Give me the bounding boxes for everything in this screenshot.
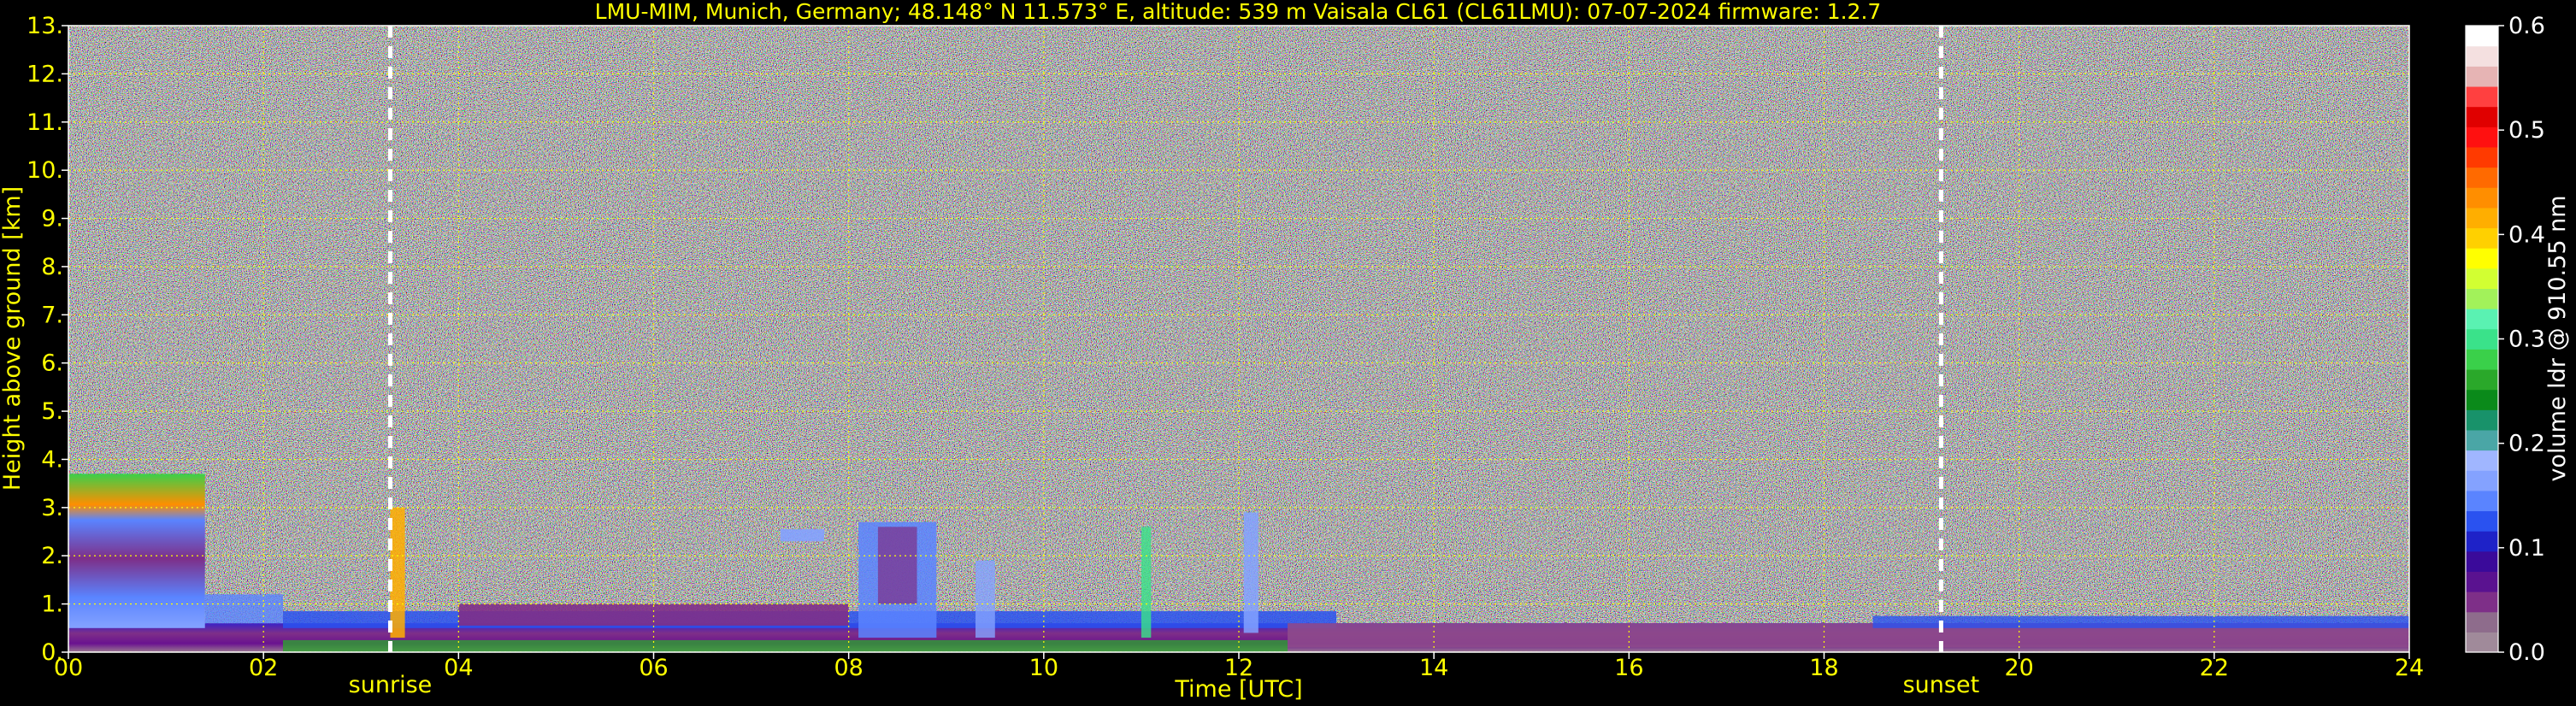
colorbar-tick-label: 0.5 xyxy=(2508,117,2545,144)
colorbar-segment xyxy=(2466,207,2498,229)
colorbar-segment xyxy=(2466,288,2498,309)
cloud-0930 xyxy=(975,560,995,638)
y-tick-label: 1. xyxy=(41,591,63,618)
colorbar-segment xyxy=(2466,167,2498,188)
x-tick-label: 24 xyxy=(2395,655,2424,681)
chart-title: LMU-MIM, Munich, Germany; 48.148° N 11.5… xyxy=(595,0,1882,24)
colorbar xyxy=(2465,25,2499,653)
colorbar-tick-label: 0.4 xyxy=(2508,221,2545,248)
colorbar-segment xyxy=(2466,309,2498,330)
y-tick-label: 13. xyxy=(27,13,63,39)
sunrise-label: sunrise xyxy=(349,672,433,698)
x-axis-label: Time [UTC] xyxy=(1174,676,1302,703)
y-tick-label: 3. xyxy=(41,495,63,521)
y-tick-label: 9. xyxy=(41,206,63,232)
colorbar-segment xyxy=(2466,409,2498,431)
ceilometer-chart: LMU-MIM, Munich, Germany; 48.148° N 11.5… xyxy=(0,0,2571,703)
colorbar-segment xyxy=(2466,611,2498,632)
y-tick-label: 8. xyxy=(41,254,63,280)
colorbar-segment xyxy=(2466,328,2498,350)
colorbar-ticks: 0.0 0.1 0.2 0.3 0.4 0.5 0.6 xyxy=(2498,13,2545,666)
x-tick-label: 18 xyxy=(1809,655,1838,681)
x-tick-label: 04 xyxy=(444,655,473,681)
plot-area xyxy=(68,26,2409,652)
y-tick-label: 0. xyxy=(41,639,63,666)
x-tick-label: 20 xyxy=(2004,655,2033,681)
sunset-label: sunset xyxy=(1903,672,1980,698)
colorbar-tick-label: 0.1 xyxy=(2508,535,2545,562)
colorbar-label: volume ldr @ 910.55 nm xyxy=(2544,196,2571,482)
y-tick-label: 6. xyxy=(41,350,63,377)
x-tick-label: 02 xyxy=(249,655,278,681)
x-tick-label: 06 xyxy=(639,655,668,681)
colorbar-segment xyxy=(2466,591,2498,613)
y-axis-label: Height above ground [km] xyxy=(0,186,26,491)
y-tick-label: 2. xyxy=(41,543,63,569)
colorbar-segment xyxy=(2466,490,2498,512)
colorbar-tick-label: 0.2 xyxy=(2508,431,2545,457)
y-tick-label: 11. xyxy=(27,109,63,136)
y-tick-label: 4. xyxy=(41,446,63,473)
x-tick-label: 10 xyxy=(1029,655,1058,681)
cloud-1100 xyxy=(1141,527,1152,638)
colorbar-segment xyxy=(2466,146,2498,168)
cloud-0330 xyxy=(390,507,405,638)
colorbar-segment xyxy=(2466,571,2498,592)
colorbar-segment xyxy=(2466,510,2498,532)
colorbar-segment xyxy=(2466,248,2498,269)
colorbar-segment xyxy=(2466,450,2498,471)
colorbar-segment xyxy=(2466,26,2498,47)
colorbar-segment xyxy=(2466,470,2498,491)
colorbar-segment xyxy=(2466,66,2498,87)
evening-top xyxy=(1872,615,2409,628)
residual-layer xyxy=(458,603,849,626)
colorbar-segment xyxy=(2466,531,2498,552)
surface-green xyxy=(282,639,1288,652)
cloud-1200 xyxy=(1243,512,1259,633)
colorbar-segment xyxy=(2466,429,2498,451)
y-axis-ticks: 0. 1. 2. 3. 4. 5. 6. 7. 8. 9. 10. 11. 12. 13. xyxy=(27,13,68,666)
cloud-0730 xyxy=(780,529,825,542)
night-cloud xyxy=(68,474,205,628)
colorbar-segment xyxy=(2466,368,2498,391)
colorbar-segment xyxy=(2466,187,2498,209)
x-tick-label: 16 xyxy=(1614,655,1643,681)
y-tick-label: 5. xyxy=(41,398,63,425)
y-tick-label: 12. xyxy=(27,61,63,87)
x-tick-label: 22 xyxy=(2200,655,2229,681)
colorbar-segment xyxy=(2466,85,2498,108)
x-tick-label: 14 xyxy=(1419,655,1448,681)
colorbar-segment xyxy=(2466,349,2498,370)
y-tick-label: 7. xyxy=(41,302,63,328)
colorbar-tick-label: 0.6 xyxy=(2508,13,2545,39)
colorbar-segment xyxy=(2466,126,2498,148)
colorbar-tick-label: 0.3 xyxy=(2508,327,2545,353)
colorbar-segment xyxy=(2466,106,2498,127)
x-tick-label: 08 xyxy=(834,655,863,681)
colorbar-segment xyxy=(2466,227,2498,249)
night-cloud-base xyxy=(204,594,283,624)
colorbar-segment xyxy=(2466,268,2498,289)
colorbar-tick-label: 0.0 xyxy=(2508,639,2545,666)
colorbar-segment xyxy=(2466,389,2498,410)
colorbar-segment xyxy=(2466,550,2498,573)
colorbar-segment xyxy=(2466,632,2498,653)
colorbar-segment xyxy=(2466,45,2498,67)
y-tick-label: 10. xyxy=(27,157,63,184)
cloud-0830 xyxy=(877,527,917,604)
